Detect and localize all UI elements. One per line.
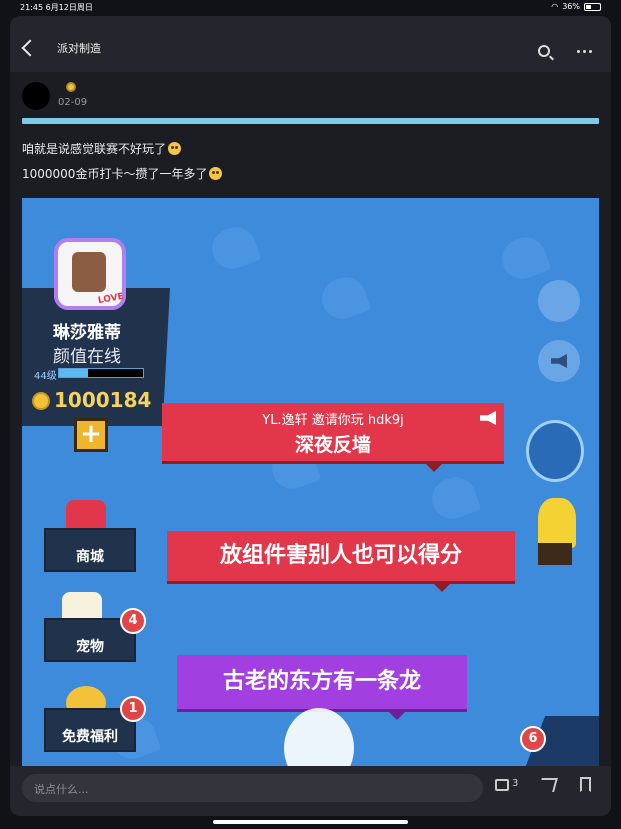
invite-text: YL.逸轩 邀请你玩 hdk9j — [262, 413, 404, 428]
home-indicator[interactable] — [213, 820, 408, 824]
coin-icon — [32, 392, 50, 410]
menu-shop-button[interactable]: 商城 — [44, 528, 136, 572]
heart-bg-icon — [426, 471, 482, 525]
search-icon[interactable] — [538, 45, 550, 57]
invite-banner[interactable]: YL.逸轩 邀请你玩 hdk9j 深夜反墙 — [162, 403, 504, 461]
coin-count: 1000184 — [54, 388, 152, 412]
page-title: 派对制造 — [57, 42, 101, 55]
battery-percent: 36% — [562, 2, 580, 11]
heart-bg-icon — [316, 271, 372, 325]
ad-avatar[interactable] — [526, 420, 584, 482]
player-title: 颜值在线 — [53, 347, 121, 367]
author-banner — [22, 118, 599, 124]
back-icon[interactable] — [21, 39, 39, 57]
battery-icon — [584, 2, 601, 11]
post-image[interactable]: LOVE 琳莎雅蒂 颜值在线 44级 1000184 + YL.逸轩 邀请你玩 … — [22, 198, 599, 766]
status-bar: 21:45 6月12日周日 ◠ 36% — [0, 0, 621, 14]
more-icon[interactable] — [577, 50, 592, 53]
megaphone-icon — [551, 354, 567, 368]
comment-icon[interactable] — [495, 779, 509, 791]
add-coins-button[interactable]: + — [74, 418, 108, 452]
trophy-base-icon — [538, 543, 572, 565]
status-right: ◠ 36% — [551, 2, 601, 11]
menu-pet-label: 宠物 — [76, 639, 104, 655]
author-badge-icon — [66, 82, 76, 92]
banner-tail — [387, 710, 407, 720]
post-line-2-text: 1000000金币打卡～攒了一年多了 — [22, 167, 208, 181]
invite-room: 深夜反墙 — [294, 434, 371, 456]
pet-count-badge: 4 — [120, 608, 146, 634]
rabbit-character — [284, 708, 354, 766]
post-line-2: 1000000金币打卡～攒了一年多了 — [22, 165, 223, 182]
heart-bg-icon — [206, 221, 262, 275]
welfare-count-badge: 1 — [120, 696, 146, 722]
status-time: 21:45 6月12日周日 — [20, 3, 93, 12]
nav-bar: 派对制造 — [10, 16, 611, 72]
pleading-face-icon — [168, 142, 182, 155]
megaphone-button[interactable] — [538, 340, 580, 382]
bottom-count-badge[interactable]: 6 — [520, 726, 546, 752]
round-button[interactable] — [538, 280, 580, 322]
heart-bg-icon — [496, 231, 552, 285]
level-progress-bar — [58, 368, 144, 378]
tip-banner: 放组件害别人也可以得分 — [167, 531, 515, 581]
bookmark-icon[interactable] — [580, 777, 591, 792]
post-line-1-text: 咱就是说感觉联赛不好玩了 — [22, 142, 167, 156]
bottom-bar: 说点什么... 3 — [10, 766, 611, 816]
player-level: 44级 — [34, 371, 57, 382]
menu-shop-label: 商城 — [76, 549, 104, 565]
post-date: 02-09 — [58, 97, 88, 108]
menu-welfare-label: 免费福利 — [62, 729, 118, 745]
player-name: 琳莎雅蒂 — [53, 323, 121, 343]
info-banner: 古老的东方有一条龙 — [177, 655, 467, 709]
pleading-face-icon — [209, 167, 223, 180]
avatar[interactable] — [22, 82, 50, 110]
author-row: 02-09 — [10, 72, 611, 124]
comment-count: 3 — [512, 778, 519, 789]
banner-tail — [432, 582, 452, 592]
post-sheet: 派对制造 02-09 咱就是说感觉联赛不好玩了 1000000金币打卡～攒了一年… — [10, 16, 611, 816]
post-line-1: 咱就是说感觉联赛不好玩了 — [22, 140, 182, 157]
wifi-icon: ◠ — [551, 2, 559, 11]
share-icon[interactable] — [538, 778, 558, 792]
banner-tail — [424, 462, 444, 472]
comment-input[interactable]: 说点什么... — [22, 774, 483, 802]
trophy-icon[interactable] — [538, 498, 576, 548]
